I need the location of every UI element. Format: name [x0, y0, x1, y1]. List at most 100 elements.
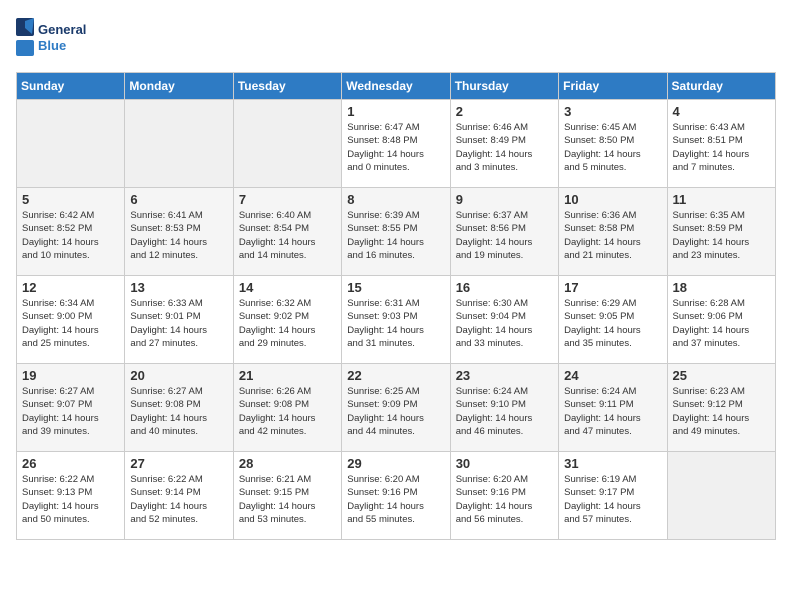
calendar-cell: 31 Sunrise: 6:19 AM Sunset: 9:17 PM Dayli…	[559, 452, 667, 540]
day-number: 23	[456, 368, 553, 383]
calendar-cell: 7Sunrise: 6:40 AM Sunset: 8:54 PM Daylig…	[233, 188, 341, 276]
calendar-cell: 25 Sunrise: 6:23 AM Sunset: 9:12 PM Dayli…	[667, 364, 775, 452]
calendar-table: SundayMondayTuesdayWednesdayThursdayFrid…	[16, 72, 776, 540]
day-info: Sunrise: 6:25 AM Sunset: 9:09 PM Dayligh…	[347, 385, 444, 438]
calendar-cell: 11 Sunrise: 6:35 AM Sunset: 8:59 PM Dayli…	[667, 188, 775, 276]
day-info: Sunrise: 6:28 AM Sunset: 9:06 PM Dayligh…	[673, 297, 770, 350]
day-number: 31	[564, 456, 661, 471]
day-number: 13	[130, 280, 227, 295]
day-number: 6	[130, 192, 227, 207]
calendar-cell: 21 Sunrise: 6:26 AM Sunset: 9:08 PM Dayli…	[233, 364, 341, 452]
calendar-cell: 4 Sunrise: 6:43 AM Sunset: 8:51 PM Daylig…	[667, 100, 775, 188]
calendar-cell: 3 Sunrise: 6:45 AM Sunset: 8:50 PM Daylig…	[559, 100, 667, 188]
day-info: Sunrise: 6:45 AM Sunset: 8:50 PM Dayligh…	[564, 121, 661, 174]
calendar-cell: 23Sunrise: 6:24 AM Sunset: 9:10 PM Dayli…	[450, 364, 558, 452]
day-info: Sunrise: 6:46 AM Sunset: 8:49 PM Dayligh…	[456, 121, 553, 174]
day-info: Sunrise: 6:39 AM Sunset: 8:55 PM Dayligh…	[347, 209, 444, 262]
calendar-cell	[17, 100, 125, 188]
day-number: 10	[564, 192, 661, 207]
day-number: 28	[239, 456, 336, 471]
day-number: 26	[22, 456, 119, 471]
day-number: 30	[456, 456, 553, 471]
calendar-cell: 26 Sunrise: 6:22 AM Sunset: 9:13 PM Dayli…	[17, 452, 125, 540]
day-info: Sunrise: 6:37 AM Sunset: 8:56 PM Dayligh…	[456, 209, 553, 262]
column-header-saturday: Saturday	[667, 73, 775, 100]
day-number: 5	[22, 192, 119, 207]
calendar-header-row: SundayMondayTuesdayWednesdayThursdayFrid…	[17, 73, 776, 100]
day-info: Sunrise: 6:33 AM Sunset: 9:01 PM Dayligh…	[130, 297, 227, 350]
calendar-cell: 15Sunrise: 6:31 AM Sunset: 9:03 PM Dayli…	[342, 276, 450, 364]
day-info: Sunrise: 6:47 AM Sunset: 8:48 PM Dayligh…	[347, 121, 444, 174]
day-info: Sunrise: 6:24 AM Sunset: 9:11 PM Dayligh…	[564, 385, 661, 438]
day-number: 18	[673, 280, 770, 295]
day-number: 2	[456, 104, 553, 119]
day-info: Sunrise: 6:36 AM Sunset: 8:58 PM Dayligh…	[564, 209, 661, 262]
day-info: Sunrise: 6:35 AM Sunset: 8:59 PM Dayligh…	[673, 209, 770, 262]
week-row-2: 5 Sunrise: 6:42 AM Sunset: 8:52 PM Daylig…	[17, 188, 776, 276]
calendar-cell: 22Sunrise: 6:25 AM Sunset: 9:09 PM Dayli…	[342, 364, 450, 452]
column-header-wednesday: Wednesday	[342, 73, 450, 100]
day-number: 11	[673, 192, 770, 207]
svg-text:General: General	[38, 22, 86, 37]
day-number: 20	[130, 368, 227, 383]
day-number: 7	[239, 192, 336, 207]
day-number: 8	[347, 192, 444, 207]
calendar-cell: 16Sunrise: 6:30 AM Sunset: 9:04 PM Dayli…	[450, 276, 558, 364]
calendar-cell: 6 Sunrise: 6:41 AM Sunset: 8:53 PM Daylig…	[125, 188, 233, 276]
calendar-cell	[667, 452, 775, 540]
calendar-cell: 18 Sunrise: 6:28 AM Sunset: 9:06 PM Dayli…	[667, 276, 775, 364]
day-info: Sunrise: 6:20 AM Sunset: 9:16 PM Dayligh…	[347, 473, 444, 526]
day-number: 4	[673, 104, 770, 119]
day-info: Sunrise: 6:21 AM Sunset: 9:15 PM Dayligh…	[239, 473, 336, 526]
day-info: Sunrise: 6:34 AM Sunset: 9:00 PM Dayligh…	[22, 297, 119, 350]
calendar-cell: 28 Sunrise: 6:21 AM Sunset: 9:15 PM Dayli…	[233, 452, 341, 540]
day-number: 3	[564, 104, 661, 119]
calendar-cell: 12 Sunrise: 6:34 AM Sunset: 9:00 PM Dayli…	[17, 276, 125, 364]
column-header-thursday: Thursday	[450, 73, 558, 100]
calendar-body: 1 Sunrise: 6:47 AM Sunset: 8:48 PM Daylig…	[17, 100, 776, 540]
calendar-cell: 20Sunrise: 6:27 AM Sunset: 9:08 PM Dayli…	[125, 364, 233, 452]
day-number: 17	[564, 280, 661, 295]
calendar-cell: 5 Sunrise: 6:42 AM Sunset: 8:52 PM Daylig…	[17, 188, 125, 276]
calendar-cell: 14 Sunrise: 6:32 AM Sunset: 9:02 PM Dayli…	[233, 276, 341, 364]
calendar-cell	[233, 100, 341, 188]
svg-text:Blue: Blue	[38, 38, 66, 53]
calendar-cell: 19Sunrise: 6:27 AM Sunset: 9:07 PM Dayli…	[17, 364, 125, 452]
day-number: 27	[130, 456, 227, 471]
day-info: Sunrise: 6:29 AM Sunset: 9:05 PM Dayligh…	[564, 297, 661, 350]
calendar-cell: 9 Sunrise: 6:37 AM Sunset: 8:56 PM Daylig…	[450, 188, 558, 276]
day-number: 25	[673, 368, 770, 383]
day-info: Sunrise: 6:22 AM Sunset: 9:14 PM Dayligh…	[130, 473, 227, 526]
calendar-cell: 2 Sunrise: 6:46 AM Sunset: 8:49 PM Daylig…	[450, 100, 558, 188]
week-row-3: 12 Sunrise: 6:34 AM Sunset: 9:00 PM Dayli…	[17, 276, 776, 364]
day-number: 16	[456, 280, 553, 295]
day-number: 29	[347, 456, 444, 471]
calendar-cell: 1 Sunrise: 6:47 AM Sunset: 8:48 PM Daylig…	[342, 100, 450, 188]
day-number: 12	[22, 280, 119, 295]
calendar-cell: 27 Sunrise: 6:22 AM Sunset: 9:14 PM Dayli…	[125, 452, 233, 540]
logo: General Blue	[16, 16, 96, 60]
column-header-tuesday: Tuesday	[233, 73, 341, 100]
day-info: Sunrise: 6:27 AM Sunset: 9:07 PM Dayligh…	[22, 385, 119, 438]
column-header-friday: Friday	[559, 73, 667, 100]
day-info: Sunrise: 6:23 AM Sunset: 9:12 PM Dayligh…	[673, 385, 770, 438]
day-info: Sunrise: 6:32 AM Sunset: 9:02 PM Dayligh…	[239, 297, 336, 350]
day-info: Sunrise: 6:42 AM Sunset: 8:52 PM Dayligh…	[22, 209, 119, 262]
calendar-cell: 10 Sunrise: 6:36 AM Sunset: 8:58 PM Dayli…	[559, 188, 667, 276]
week-row-1: 1 Sunrise: 6:47 AM Sunset: 8:48 PM Daylig…	[17, 100, 776, 188]
day-info: Sunrise: 6:26 AM Sunset: 9:08 PM Dayligh…	[239, 385, 336, 438]
day-number: 21	[239, 368, 336, 383]
calendar-cell: 29 Sunrise: 6:20 AM Sunset: 9:16 PM Dayli…	[342, 452, 450, 540]
day-info: Sunrise: 6:41 AM Sunset: 8:53 PM Dayligh…	[130, 209, 227, 262]
day-info: Sunrise: 6:22 AM Sunset: 9:13 PM Dayligh…	[22, 473, 119, 526]
calendar-cell: 17 Sunrise: 6:29 AM Sunset: 9:05 PM Dayli…	[559, 276, 667, 364]
day-number: 1	[347, 104, 444, 119]
day-number: 9	[456, 192, 553, 207]
day-info: Sunrise: 6:43 AM Sunset: 8:51 PM Dayligh…	[673, 121, 770, 174]
calendar-cell: 13 Sunrise: 6:33 AM Sunset: 9:01 PM Dayli…	[125, 276, 233, 364]
day-number: 24	[564, 368, 661, 383]
calendar-cell: 30Sunrise: 6:20 AM Sunset: 9:16 PM Dayli…	[450, 452, 558, 540]
day-info: Sunrise: 6:19 AM Sunset: 9:17 PM Dayligh…	[564, 473, 661, 526]
day-info: Sunrise: 6:31 AM Sunset: 9:03 PM Dayligh…	[347, 297, 444, 350]
day-number: 14	[239, 280, 336, 295]
